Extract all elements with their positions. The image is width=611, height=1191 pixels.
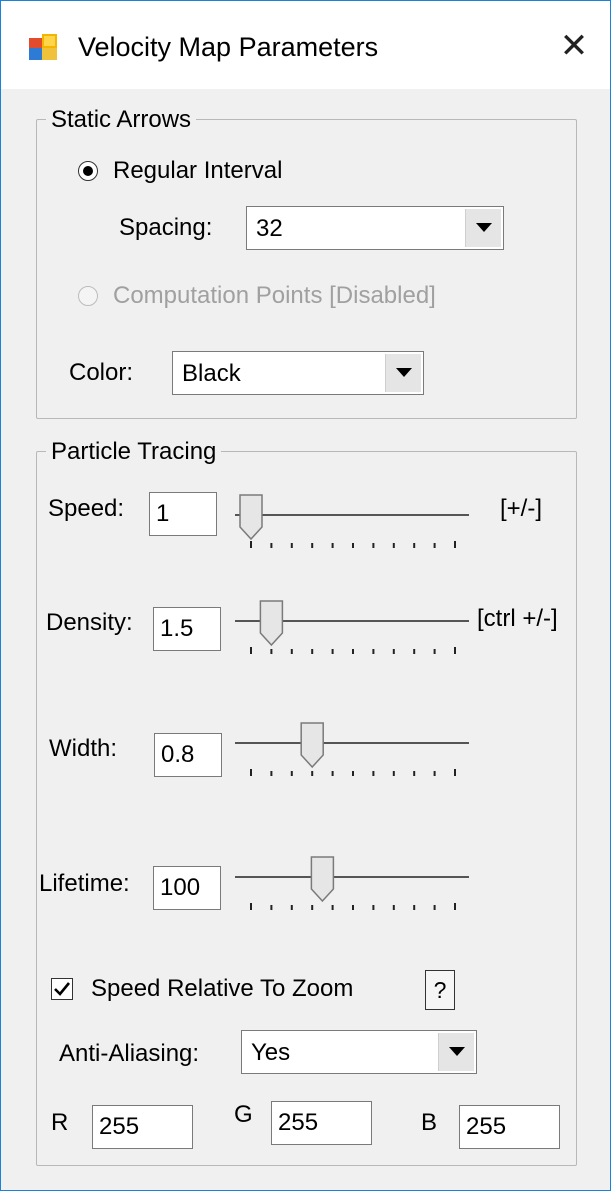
checkmark-icon	[54, 982, 71, 996]
spacing-dropdown-button[interactable]	[465, 209, 501, 247]
slider-graphic	[235, 722, 469, 776]
chevron-down-icon	[449, 1047, 465, 1056]
lifetime-label: Lifetime:	[39, 870, 130, 897]
computation-points-radio[interactable]	[78, 286, 98, 306]
static-arrows-legend: Static Arrows	[46, 106, 197, 134]
color-label: Color:	[69, 359, 134, 386]
chevron-down-icon	[476, 223, 492, 232]
density-slider[interactable]	[235, 597, 475, 657]
spacing-label: Spacing:	[119, 214, 213, 241]
slider-thumb	[300, 722, 324, 769]
regular-interval-label[interactable]: Regular Interval	[113, 157, 282, 185]
speed-relative-label[interactable]: Speed Relative To Zoom	[91, 975, 353, 1003]
density-label: Density:	[46, 609, 133, 636]
anti-aliasing-value: Yes	[251, 1039, 291, 1066]
slider-graphic	[235, 494, 469, 548]
spacing-value: 32	[256, 215, 283, 242]
slider-thumb	[239, 494, 263, 541]
speed-slider[interactable]	[235, 491, 475, 551]
anti-aliasing-dropdown[interactable]: Yes	[241, 1030, 477, 1074]
slider-thumb	[310, 856, 335, 903]
close-button[interactable]: ✕	[549, 23, 599, 69]
r-label: R	[51, 1109, 69, 1136]
radio-selected-dot	[83, 166, 93, 176]
slider-thumb	[259, 600, 284, 647]
color-dropdown-button[interactable]	[385, 354, 421, 392]
slider-graphic	[235, 600, 469, 654]
width-input[interactable]	[154, 733, 222, 777]
slider-graphic	[235, 856, 469, 910]
app-icon	[29, 34, 57, 60]
computation-points-label: Computation Points [Disabled]	[113, 282, 436, 309]
width-slider[interactable]	[235, 719, 475, 779]
r-input[interactable]	[92, 1105, 193, 1149]
title-bar[interactable]: Velocity Map Parameters ✕	[1, 1, 610, 89]
dialog-window: Velocity Map Parameters ✕ Static Arrows …	[0, 0, 611, 1191]
speed-relative-checkbox[interactable]	[51, 978, 73, 1000]
color-dropdown[interactable]: Black	[172, 351, 424, 395]
help-button[interactable]: ?	[425, 970, 455, 1010]
width-label: Width:	[49, 735, 118, 762]
anti-aliasing-dropdown-button[interactable]	[438, 1033, 474, 1071]
g-label: G	[234, 1101, 253, 1128]
particle-tracing-legend: Particle Tracing	[46, 438, 222, 466]
speed-shortcut-hint: [+/-]	[500, 495, 543, 522]
chevron-down-icon	[396, 368, 412, 377]
spacing-dropdown[interactable]: 32	[246, 206, 504, 250]
g-input[interactable]	[271, 1101, 372, 1145]
b-input[interactable]	[459, 1105, 560, 1149]
density-shortcut-hint: [ctrl +/-]	[477, 605, 558, 632]
lifetime-slider[interactable]	[235, 853, 475, 913]
color-value: Black	[182, 360, 241, 387]
density-input[interactable]	[153, 607, 221, 651]
speed-input[interactable]	[149, 492, 217, 536]
speed-label: Speed:	[48, 495, 125, 522]
lifetime-input[interactable]	[153, 866, 221, 910]
regular-interval-radio[interactable]	[78, 161, 98, 181]
anti-aliasing-label: Anti-Aliasing:	[59, 1040, 200, 1067]
b-label: B	[421, 1109, 438, 1136]
window-title: Velocity Map Parameters	[78, 32, 379, 62]
